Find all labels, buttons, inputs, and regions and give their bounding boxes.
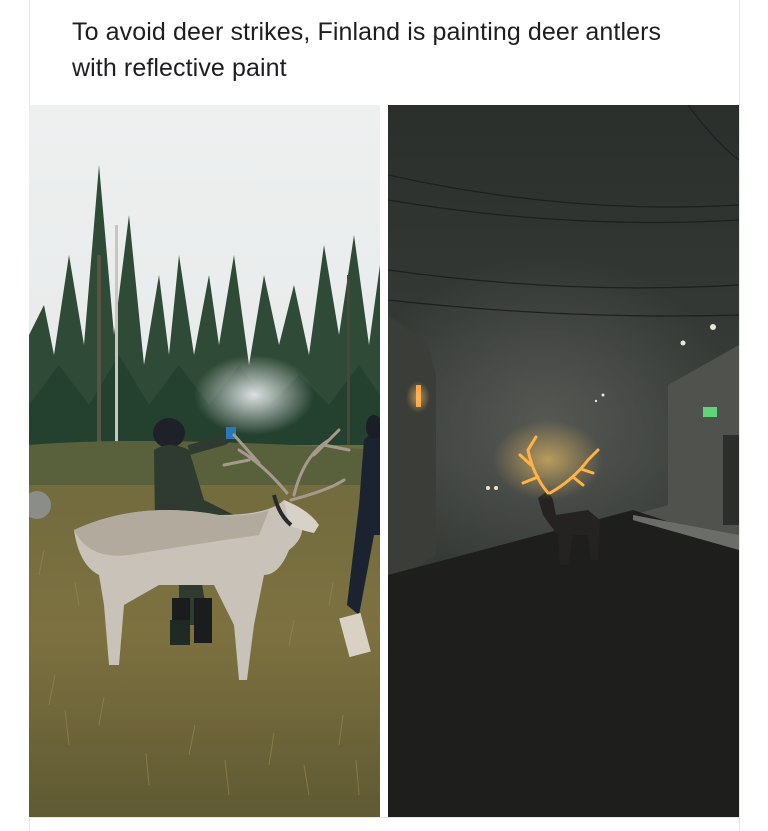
- post-caption: To avoid deer strikes, Finland is painti…: [72, 18, 662, 82]
- right-border: [739, 0, 740, 831]
- post-bottom-border: [29, 817, 739, 818]
- daytime-reindeer-photo: [29, 105, 380, 817]
- night-glowing-reindeer-photo: [388, 105, 739, 817]
